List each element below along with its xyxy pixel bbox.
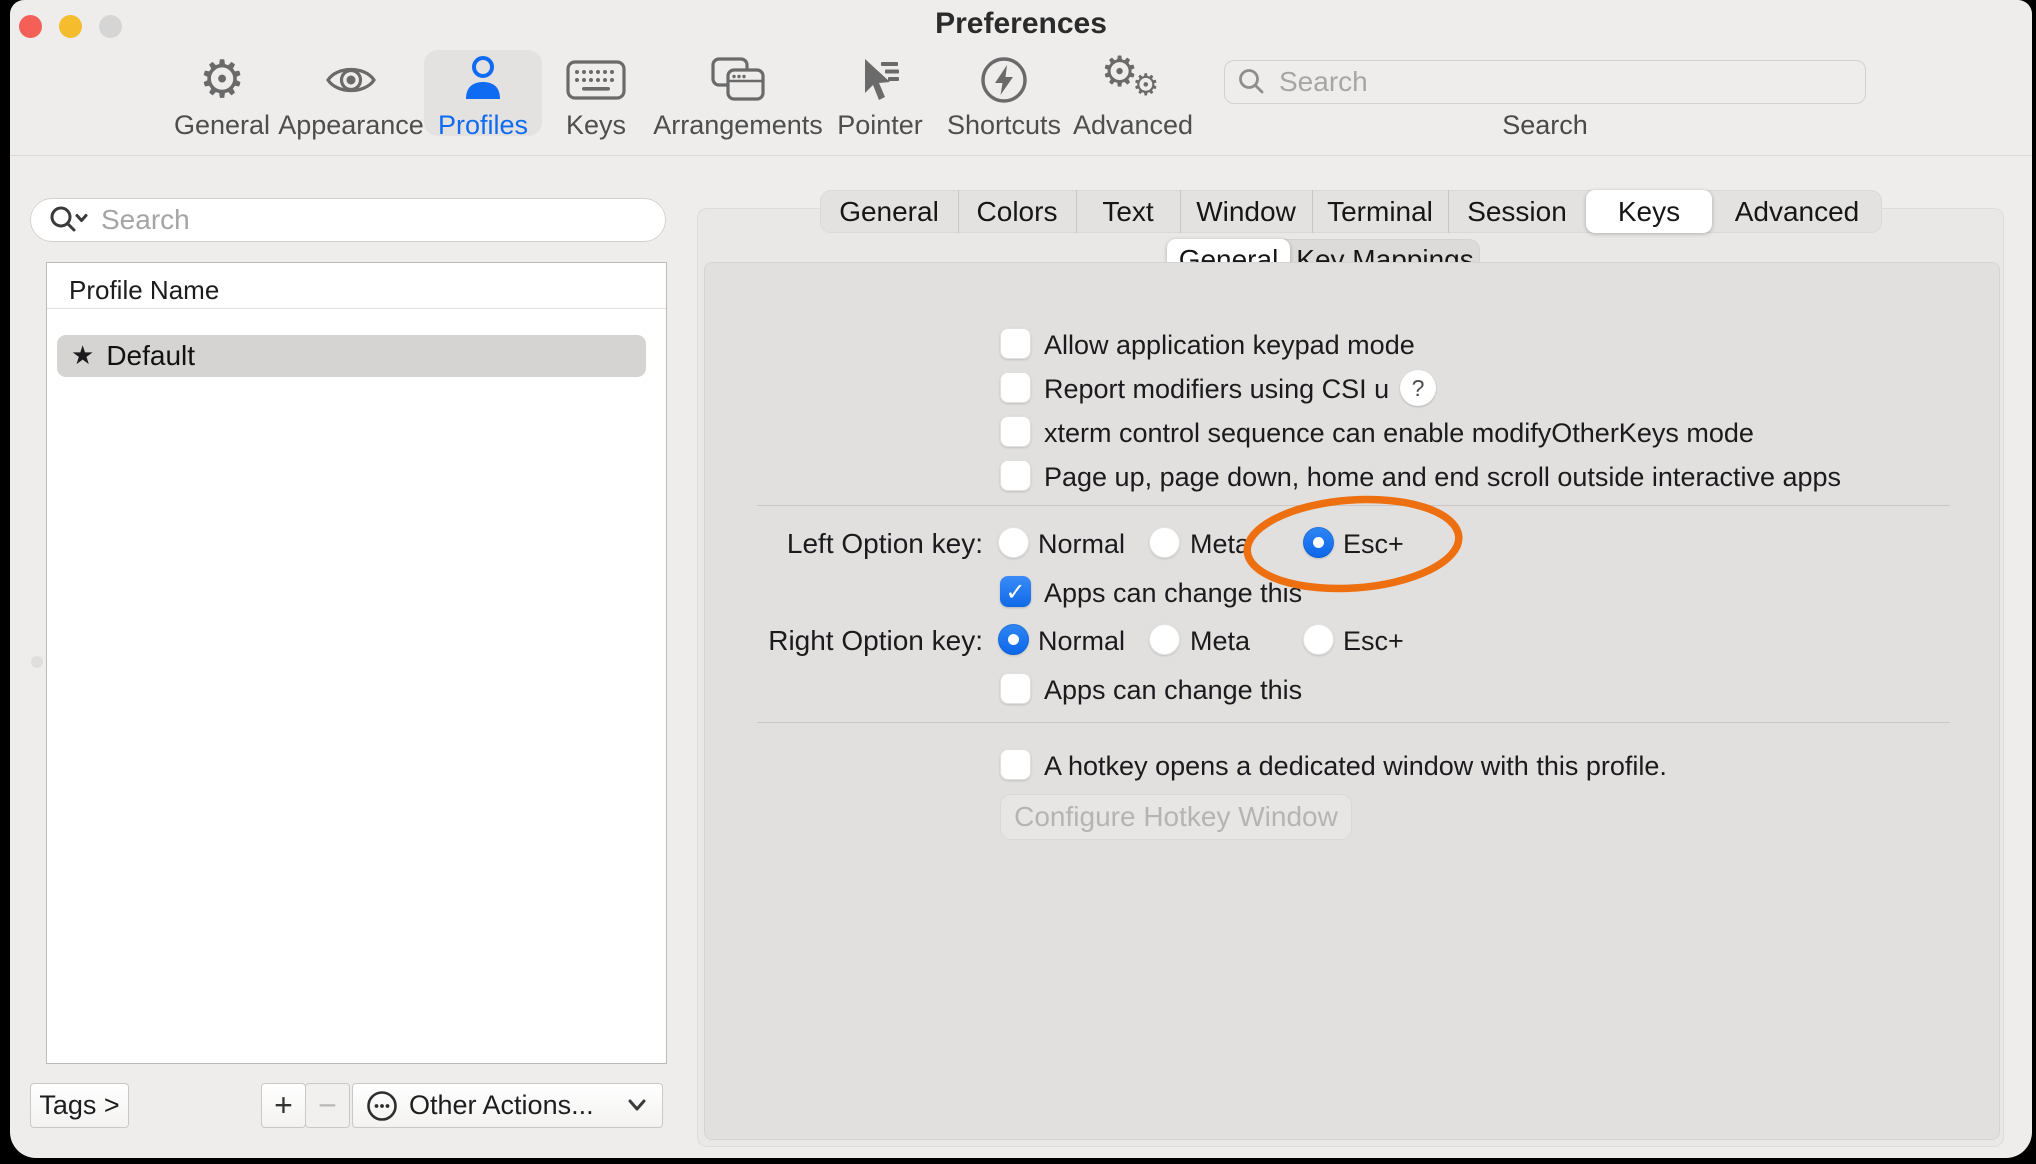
left-option-key-label: Left Option key: (704, 528, 983, 560)
tags-button[interactable]: Tags > (30, 1083, 129, 1128)
right-option-esc-radio[interactable] (1303, 624, 1334, 655)
right-option-meta-radio[interactable] (1149, 624, 1180, 655)
chevron-down-icon (626, 1097, 648, 1113)
cursor-icon (854, 52, 906, 108)
checkbox-modifyotherkeys-label: xterm control sequence can enable modify… (1044, 418, 1754, 449)
remove-profile-button: − (305, 1083, 350, 1128)
tab-general[interactable]: General (820, 190, 958, 233)
search-menu-icon[interactable] (45, 203, 91, 237)
hotkey-window-label: A hotkey opens a dedicated window with t… (1044, 751, 1667, 782)
profile-settings-panel: General Key Mappings Allow application k… (697, 208, 2004, 1147)
toolbar-search-field[interactable] (1224, 60, 1866, 104)
gear-icon: ⚙ (199, 52, 246, 108)
divider (757, 722, 1950, 723)
tab-advanced[interactable]: Advanced (1712, 190, 1882, 233)
left-apps-can-change-label: Apps can change this (1044, 578, 1302, 609)
toolbar-search-caption: Search (1224, 110, 1866, 141)
checkbox-keypad-mode-label: Allow application keypad mode (1044, 330, 1415, 361)
profile-list[interactable]: Profile Name ★ Default (46, 262, 667, 1064)
ellipsis-circle-icon (365, 1089, 399, 1123)
other-actions-dropdown[interactable]: Other Actions... (352, 1083, 663, 1128)
header-divider (47, 308, 666, 309)
checkbox-csi-u-label: Report modifiers using CSI u (1044, 374, 1389, 405)
checkbox-page-scroll-label: Page up, page down, home and end scroll … (1044, 462, 1841, 493)
left-option-esc-label: Esc+ (1343, 529, 1404, 560)
profile-search-input[interactable] (99, 203, 623, 237)
right-option-meta-label: Meta (1190, 626, 1250, 657)
checkbox-page-scroll[interactable] (1000, 460, 1031, 491)
tab-terminal[interactable]: Terminal (1312, 190, 1448, 233)
left-option-esc-radio[interactable] (1303, 527, 1334, 558)
right-option-normal-label: Normal (1038, 626, 1125, 657)
tab-text[interactable]: Text (1076, 190, 1180, 233)
help-button[interactable]: ? (1400, 370, 1436, 406)
left-option-normal-radio[interactable] (998, 527, 1029, 558)
tab-session[interactable]: Session (1448, 190, 1586, 233)
gears-icon: ⚙⚙ (1101, 52, 1166, 108)
left-apps-can-change-checkbox[interactable] (1000, 576, 1031, 607)
hotkey-window-checkbox[interactable] (1000, 749, 1031, 780)
star-icon: ★ (71, 341, 94, 371)
checkbox-csi-u[interactable] (1000, 372, 1031, 403)
tab-colors[interactable]: Colors (958, 190, 1076, 233)
toolbar-divider (10, 155, 2032, 156)
profile-tabs: General Colors Text Window Terminal Sess… (820, 190, 1882, 233)
preferences-window: Preferences ⚙ General Appearance Profile… (10, 0, 2032, 1158)
search-icon (1237, 67, 1267, 97)
configure-hotkey-window-button: Configure Hotkey Window (1000, 794, 1352, 840)
right-option-normal-radio[interactable] (998, 624, 1029, 655)
right-apps-can-change-checkbox[interactable] (1000, 673, 1031, 704)
checkbox-modifyotherkeys[interactable] (1000, 416, 1031, 447)
profile-list-header: Profile Name (69, 275, 219, 306)
window-title: Preferences (10, 7, 2032, 41)
windows-icon (709, 52, 767, 108)
splitter-handle[interactable] (31, 656, 43, 668)
tab-window[interactable]: Window (1180, 190, 1312, 233)
keys-general-pane: Allow application keypad mode Report mod… (704, 262, 2000, 1140)
lightning-icon (978, 52, 1030, 108)
right-apps-can-change-label: Apps can change this (1044, 675, 1302, 706)
profile-name: Default (106, 340, 195, 372)
eye-icon (323, 52, 379, 108)
keyboard-icon (565, 52, 627, 108)
left-option-meta-radio[interactable] (1149, 527, 1180, 558)
toolbar-item-advanced[interactable]: ⚙⚙ Advanced (1033, 52, 1233, 141)
tab-keys[interactable]: Keys (1586, 190, 1712, 233)
left-option-normal-label: Normal (1038, 529, 1125, 560)
right-option-esc-label: Esc+ (1343, 626, 1404, 657)
profile-row-default[interactable]: ★ Default (57, 335, 646, 377)
toolbar-search-input[interactable] (1277, 65, 1821, 99)
profile-search-field[interactable] (30, 198, 666, 242)
left-option-meta-label: Meta (1190, 529, 1250, 560)
divider (757, 505, 1950, 506)
add-profile-button[interactable]: + (261, 1083, 306, 1128)
checkbox-keypad-mode[interactable] (1000, 328, 1031, 359)
right-option-key-label: Right Option key: (704, 625, 983, 657)
